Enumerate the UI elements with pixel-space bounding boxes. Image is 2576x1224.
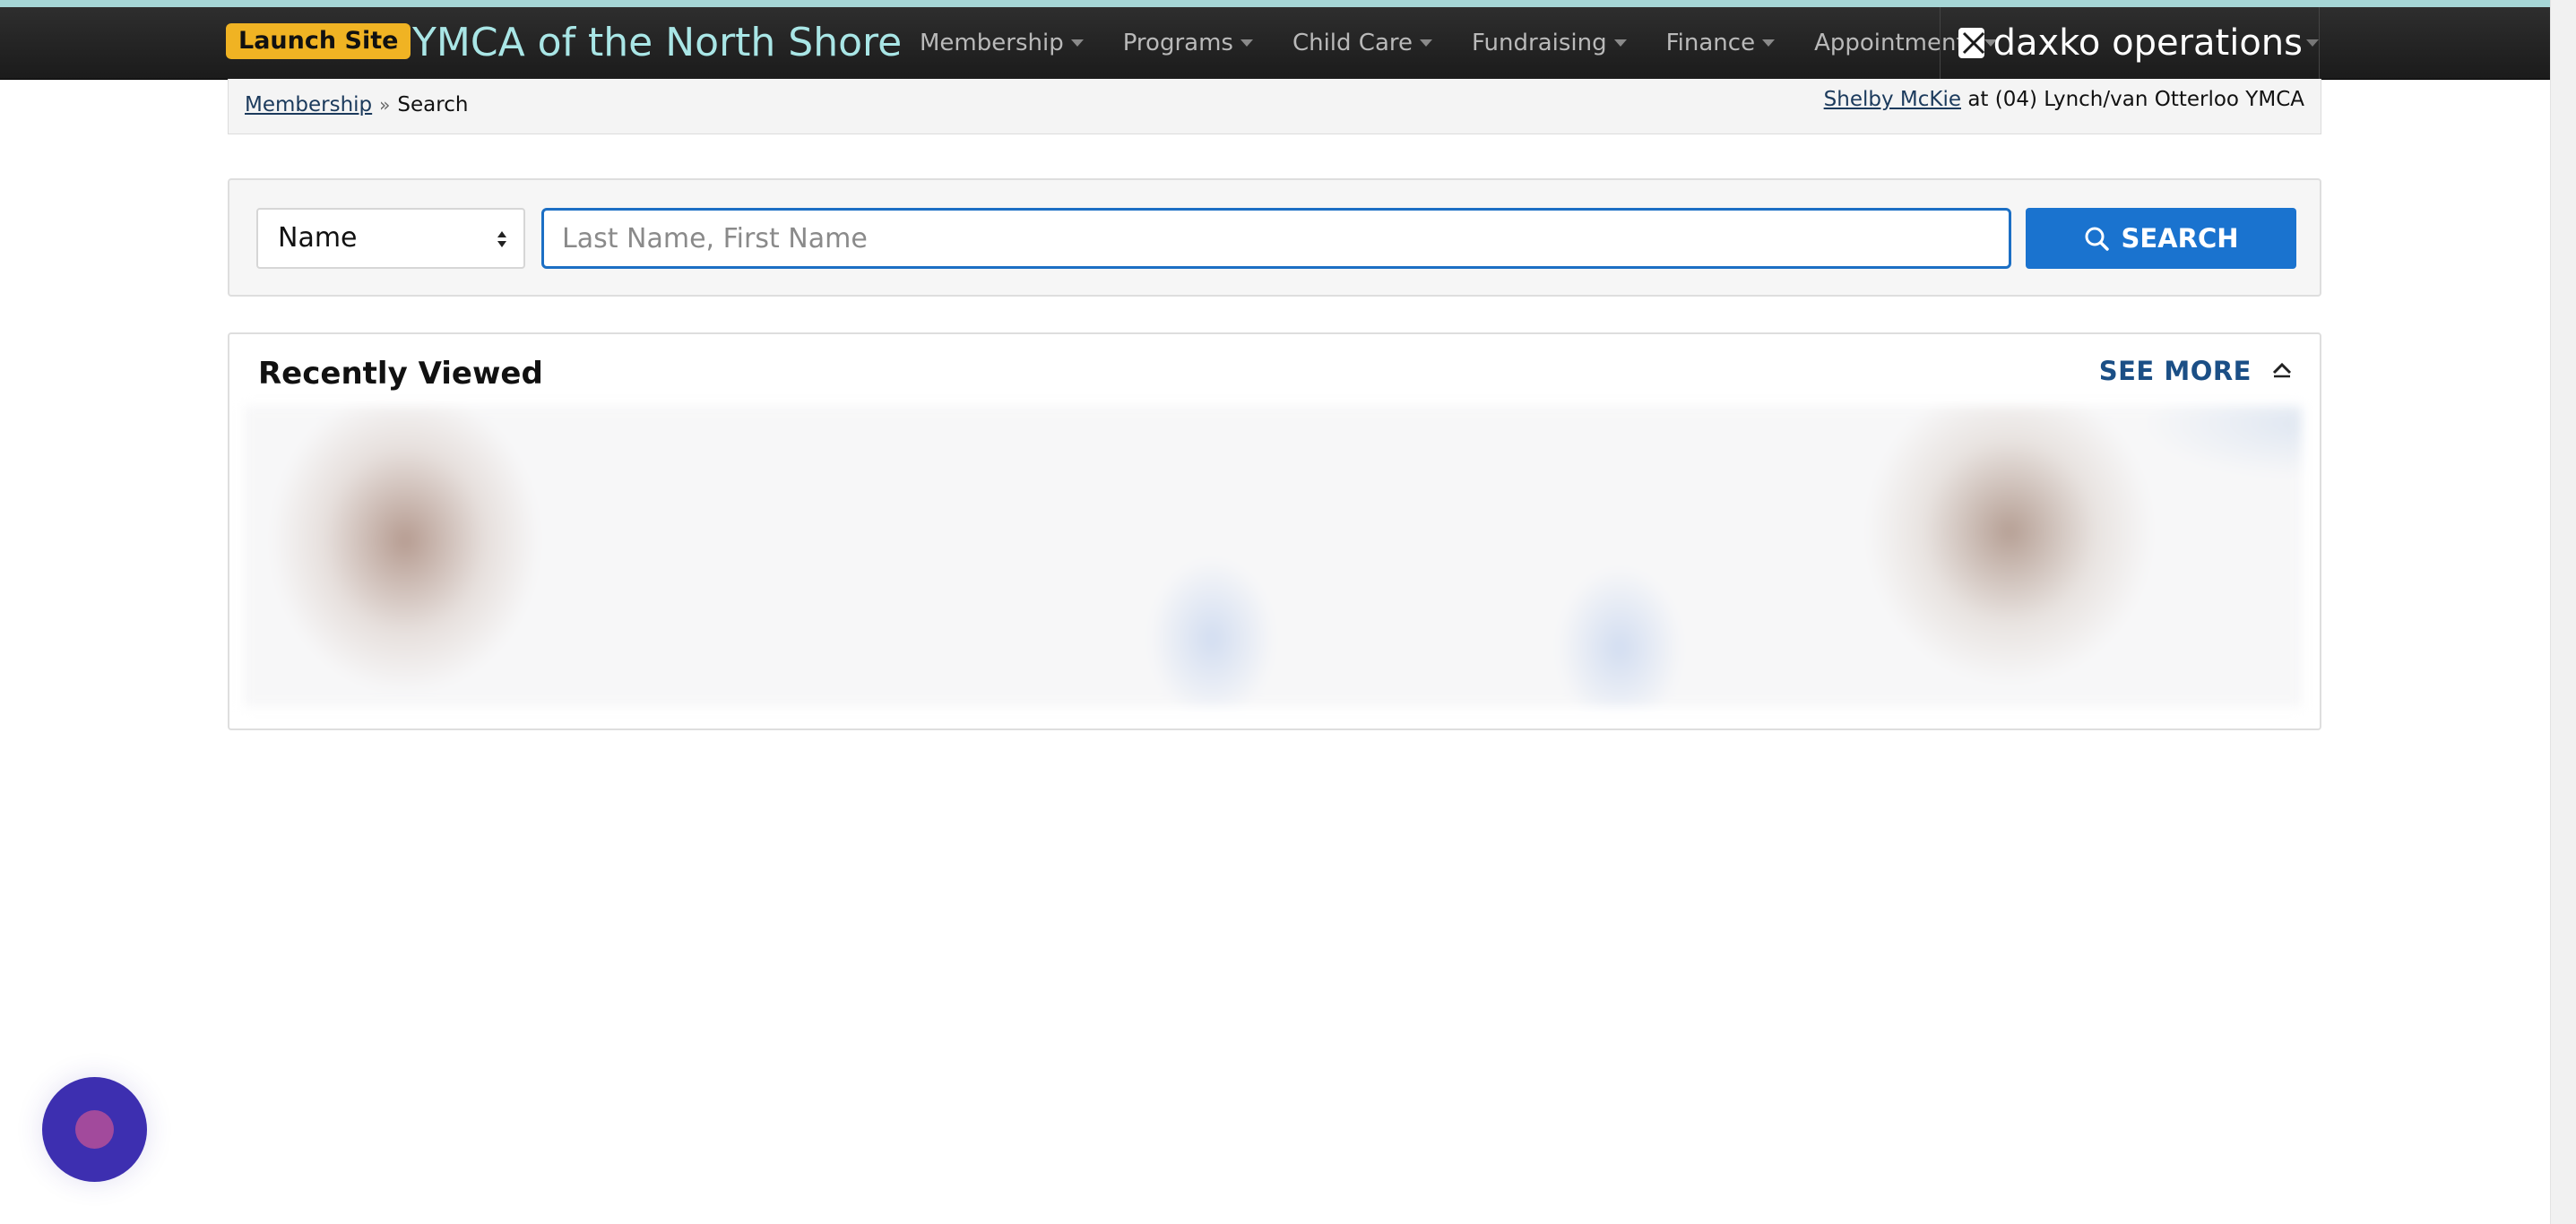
nav-label: Fundraising: [1472, 30, 1607, 56]
main-nav: Membership Programs Child Care Fundraisi…: [900, 7, 2017, 79]
search-button[interactable]: SEARCH: [2026, 208, 2296, 269]
search-icon: [2085, 227, 2110, 251]
nav-child-care[interactable]: Child Care: [1273, 30, 1452, 56]
breadcrumb: Membership » Search Shelby McKie at (04) L…: [228, 79, 2321, 134]
breadcrumb-trail: Membership » Search: [245, 93, 468, 116]
nav-fundraising[interactable]: Fundraising: [1452, 30, 1647, 56]
search-input[interactable]: [541, 208, 2011, 269]
user-name-link[interactable]: Shelby McKie: [1824, 88, 1961, 111]
chevron-down-icon: [1420, 39, 1433, 47]
recently-viewed-title: Recently Viewed: [258, 356, 543, 392]
breadcrumb-separator-icon: »: [379, 94, 391, 116]
chat-widget-button[interactable]: [42, 1077, 147, 1182]
chevron-up-icon[interactable]: [2271, 361, 2293, 379]
search-type-value: Name: [278, 222, 358, 254]
daxko-logo-icon: [1958, 28, 1985, 58]
user-location: Shelby McKie at (04) Lynch/van Otterloo …: [1824, 88, 2304, 111]
breadcrumb-current: Search: [397, 93, 469, 116]
breadcrumb-membership-link[interactable]: Membership: [245, 93, 372, 116]
search-panel: Name SEARCH: [228, 178, 2321, 297]
brand-name: daxko operations: [1993, 22, 2303, 64]
chat-icon: [75, 1110, 114, 1149]
select-arrows-icon: [497, 231, 506, 247]
see-more-link[interactable]: SEE MORE: [2099, 356, 2252, 386]
launch-site-button[interactable]: Launch Site: [226, 23, 411, 59]
page-scrollbar[interactable]: [2550, 0, 2576, 1224]
nav-membership[interactable]: Membership: [900, 30, 1103, 56]
nav-label: Finance: [1665, 30, 1756, 56]
chevron-down-icon: [1240, 39, 1253, 47]
chevron-down-icon: [1613, 39, 1627, 47]
top-accent-bar: [0, 0, 2550, 7]
nav-programs[interactable]: Programs: [1103, 30, 1273, 56]
chevron-down-icon: [1762, 39, 1776, 47]
top-navbar: Launch Site YMCA of the North Shore Memb…: [0, 7, 2550, 80]
search-type-select[interactable]: Name: [256, 208, 525, 269]
user-location-text: at (04) Lynch/van Otterloo YMCA: [1967, 88, 2304, 111]
nav-finance[interactable]: Finance: [1647, 30, 1794, 56]
recently-viewed-blurred-list: [244, 406, 2302, 707]
nav-label: Membership: [920, 30, 1064, 56]
chevron-down-icon: [1070, 39, 1084, 47]
nav-label: Child Care: [1292, 30, 1413, 56]
daxko-brand-menu[interactable]: daxko operations: [1940, 7, 2320, 79]
nav-label: Programs: [1122, 30, 1233, 56]
recently-viewed-panel: Recently Viewed SEE MORE: [228, 332, 2321, 730]
search-button-label: SEARCH: [2121, 223, 2239, 254]
org-name[interactable]: YMCA of the North Shore: [412, 16, 902, 70]
chevron-down-icon: [2306, 39, 2319, 47]
